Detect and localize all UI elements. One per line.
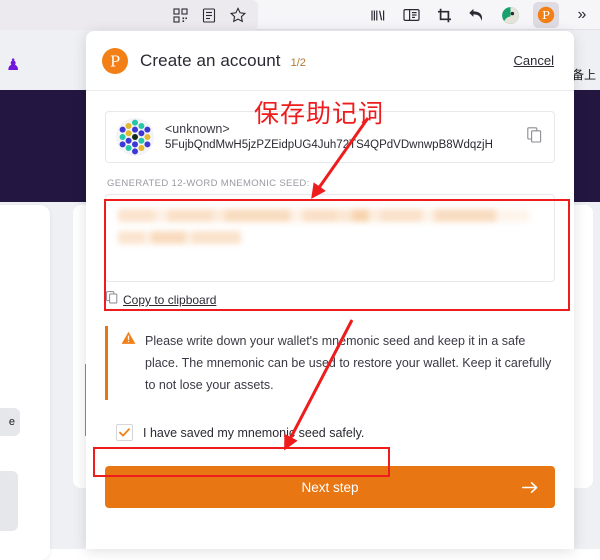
- mnemonic-seed-box[interactable]: [105, 194, 555, 282]
- clipboard-icon: [106, 291, 118, 309]
- background-pill-label: e: [0, 408, 20, 436]
- bookmark-star-icon[interactable]: [228, 5, 248, 25]
- modal-header: P Create an account 1/2 Cancel: [86, 31, 574, 91]
- step-counter: 1/2: [290, 56, 306, 69]
- browser-extension-toolbar: P »: [368, 0, 596, 30]
- library-icon[interactable]: [368, 5, 388, 25]
- confirm-saved-seed-label: I have saved my mnemonic seed safely.: [143, 425, 365, 440]
- confirm-saved-seed-row[interactable]: I have saved my mnemonic seed safely.: [116, 424, 555, 441]
- mnemonic-warning-text: Please write down your wallet's mnemonic…: [145, 334, 552, 392]
- back-arrow-icon[interactable]: [467, 5, 487, 25]
- mnemonic-seed-redacted-line: [118, 209, 530, 222]
- mnemonic-seed-redacted-line: [118, 231, 241, 244]
- copy-to-clipboard-label: Copy to clipboard: [123, 293, 217, 307]
- confirm-saved-seed-checkbox[interactable]: [116, 424, 133, 441]
- urlbar-trailing-actions: [0, 0, 258, 30]
- screenshot-crop-icon[interactable]: [434, 5, 454, 25]
- cancel-button[interactable]: Cancel: [514, 53, 554, 68]
- create-account-modal: P Create an account 1/2 Cancel <unknown>…: [86, 31, 574, 549]
- pin-icon: ♟: [6, 57, 21, 74]
- polkadot-extension-icon[interactable]: P: [533, 2, 559, 28]
- account-identicon-avatar: [116, 118, 154, 156]
- sidebar-icon[interactable]: [401, 5, 421, 25]
- reader-mode-icon[interactable]: [199, 5, 219, 25]
- account-address: 5FujbQndMwH5jzPZEidpUG4Juh72TS4QPdVDwnwp…: [165, 138, 493, 151]
- account-name: <unknown>: [165, 121, 230, 136]
- avatar-extension-icon[interactable]: [500, 5, 520, 25]
- overflow-chevron-icon[interactable]: »: [572, 5, 592, 25]
- background-pill-block: [0, 471, 18, 531]
- polkadot-logo-icon: P: [102, 47, 128, 74]
- qr-code-icon[interactable]: [170, 5, 190, 25]
- next-step-label: Next step: [301, 479, 359, 495]
- page-title: Create an account: [140, 50, 281, 70]
- svg-text:P: P: [542, 8, 550, 22]
- next-step-button[interactable]: Next step: [105, 466, 555, 508]
- copy-icon[interactable]: [527, 126, 542, 148]
- copy-to-clipboard-button[interactable]: Copy to clipboard: [106, 291, 555, 309]
- account-summary-card: <unknown> 5FujbQndMwH5jzPZEidpUG4Juh72TS…: [105, 111, 555, 163]
- mnemonic-seed-label: GENERATED 12-WORD MNEMONIC SEED:: [107, 178, 310, 189]
- arrow-right-icon: [522, 481, 538, 494]
- browser-toolbar: P »: [0, 0, 600, 30]
- svg-text:P: P: [110, 52, 120, 70]
- account-text-block: <unknown> 5FujbQndMwH5jzPZEidpUG4Juh72TS…: [165, 122, 493, 153]
- warning-triangle-icon: [121, 331, 136, 396]
- mnemonic-warning-box: Please write down your wallet's mnemonic…: [105, 326, 555, 400]
- modal-body: <unknown> 5FujbQndMwH5jzPZEidpUG4Juh72TS…: [86, 91, 574, 508]
